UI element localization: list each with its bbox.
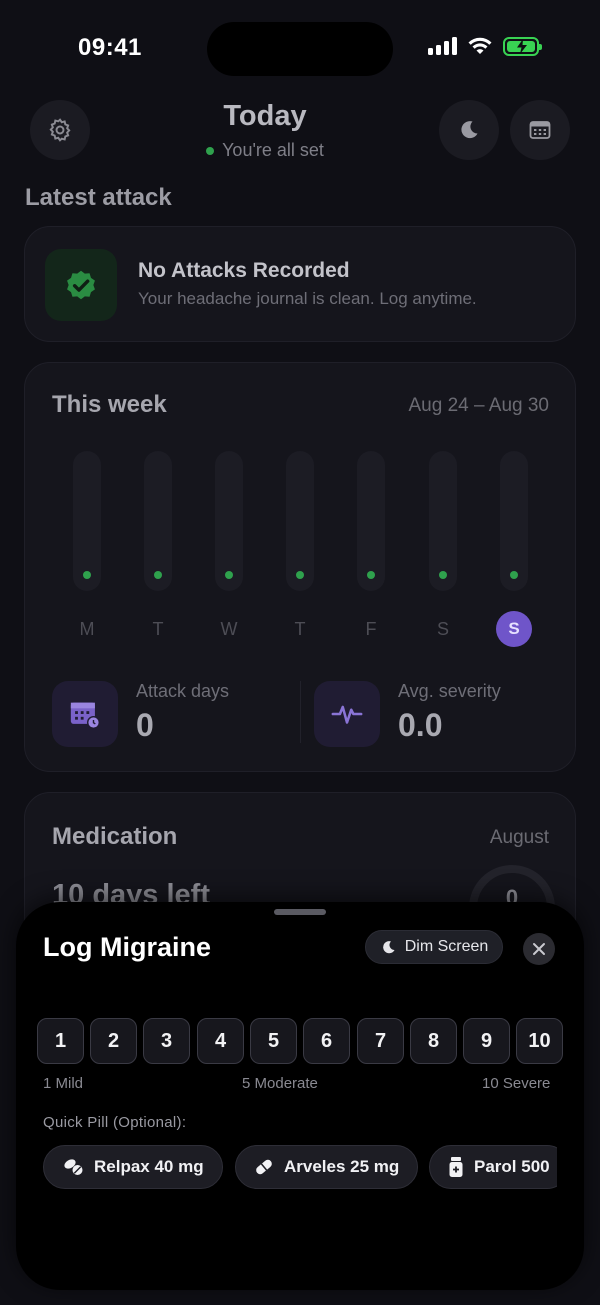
day-label-tue: T [152, 619, 164, 639]
attack-days-label: Attack days [136, 681, 230, 701]
severity-option-6[interactable]: 6 [303, 1018, 350, 1064]
status-subtitle-text: You're all set [222, 140, 324, 160]
attack-status-title: No Attacks Recorded [138, 259, 350, 282]
bottle-icon [449, 1157, 463, 1177]
severity-option-2[interactable]: 2 [90, 1018, 137, 1064]
pill-relpax[interactable]: Relpax 40 mg [43, 1145, 223, 1189]
close-button[interactable] [523, 933, 555, 965]
day-bar-mon [73, 451, 101, 591]
avg-severity-icon-box [314, 681, 380, 747]
moon-icon [382, 940, 395, 953]
this-week-card: This week Aug 24 – Aug 30 M T W T F S S … [24, 362, 576, 772]
sheet-title: Log Migraine [43, 932, 211, 962]
dynamic-island [207, 22, 393, 76]
day-label-sat: S [436, 619, 449, 639]
day-label-thu: T [294, 619, 306, 639]
pill-parol-label: Parol 500 [474, 1157, 550, 1176]
pill-relpax-label: Relpax 40 mg [94, 1157, 204, 1176]
calendar-button[interactable] [510, 100, 570, 160]
status-time: 09:41 [78, 34, 142, 61]
day-bar-tue [144, 451, 172, 591]
pill-arveles[interactable]: Arveles 25 mg [235, 1145, 419, 1189]
latest-attack-heading: Latest attack [25, 184, 172, 211]
day-bar-wed [215, 451, 243, 591]
verified-badge-box [45, 249, 117, 321]
latest-attack-card[interactable]: No Attacks Recorded Your headache journa… [24, 226, 576, 342]
avg-severity-value: 0.0 [398, 707, 443, 743]
verified-badge-icon [67, 270, 95, 300]
quick-pill-row[interactable]: Relpax 40 mg Arveles 25 mg Parol 500 [43, 1145, 557, 1191]
pill-parol[interactable]: Parol 500 [429, 1145, 557, 1189]
attack-days-value: 0 [136, 707, 154, 743]
day-bar-sat [429, 451, 457, 591]
day-bar-sun [500, 451, 528, 591]
battery-charging-icon [503, 36, 542, 56]
dim-screen-button[interactable]: Dim Screen [365, 930, 503, 964]
attack-status-subtitle: Your headache journal is clean. Log anyt… [138, 289, 477, 308]
moon-icon [461, 121, 478, 139]
week-range: Aug 24 – Aug 30 [408, 395, 549, 416]
severity-option-1[interactable]: 1 [37, 1018, 84, 1064]
dim-screen-label: Dim Screen [404, 938, 489, 955]
day-bar-thu [286, 451, 314, 591]
scale-label-mild: 1 Mild [43, 1075, 84, 1092]
attack-days-icon-box [52, 681, 118, 747]
day-label-sun-today[interactable]: S [496, 611, 532, 647]
severity-option-10[interactable]: 10 [516, 1018, 563, 1064]
quick-pill-label: Quick Pill (Optional): [43, 1114, 187, 1131]
cellular-signal-icon [428, 37, 457, 55]
severity-option-9[interactable]: 9 [463, 1018, 510, 1064]
calendar-icon [529, 121, 551, 139]
severity-option-4[interactable]: 4 [197, 1018, 244, 1064]
day-bar-fri [357, 451, 385, 591]
status-icons [428, 36, 542, 56]
avg-severity-label: Avg. severity [398, 681, 501, 701]
capsule-icon [256, 1159, 272, 1175]
severity-option-5[interactable]: 5 [250, 1018, 297, 1064]
pill-arveles-label: Arveles 25 mg [284, 1157, 400, 1176]
scale-label-moderate: 5 Moderate [242, 1075, 318, 1092]
week-title: This week [52, 391, 167, 418]
medication-month: August [489, 827, 549, 848]
sheet-grabber[interactable] [274, 909, 326, 915]
severity-option-7[interactable]: 7 [357, 1018, 404, 1064]
log-migraine-sheet: Log Migraine Dim Screen 1 2 3 4 5 6 7 8 … [16, 902, 584, 1290]
medication-title: Medication [52, 823, 178, 850]
stats-divider [300, 681, 301, 743]
severity-option-8[interactable]: 8 [410, 1018, 457, 1064]
scale-label-severe: 10 Severe [482, 1075, 551, 1092]
severity-option-3[interactable]: 3 [143, 1018, 190, 1064]
pills-icon [64, 1159, 83, 1175]
wifi-icon [468, 37, 492, 54]
waveform-icon [331, 705, 363, 724]
dark-mode-button[interactable] [439, 100, 499, 160]
day-label-wed: W [220, 619, 238, 639]
status-bar: 09:41 [0, 0, 600, 96]
close-icon [533, 943, 545, 955]
status-dot [206, 147, 215, 156]
calendar-clock-icon [70, 702, 101, 730]
day-label-mon: M [79, 619, 95, 639]
day-label-fri: F [365, 619, 377, 639]
